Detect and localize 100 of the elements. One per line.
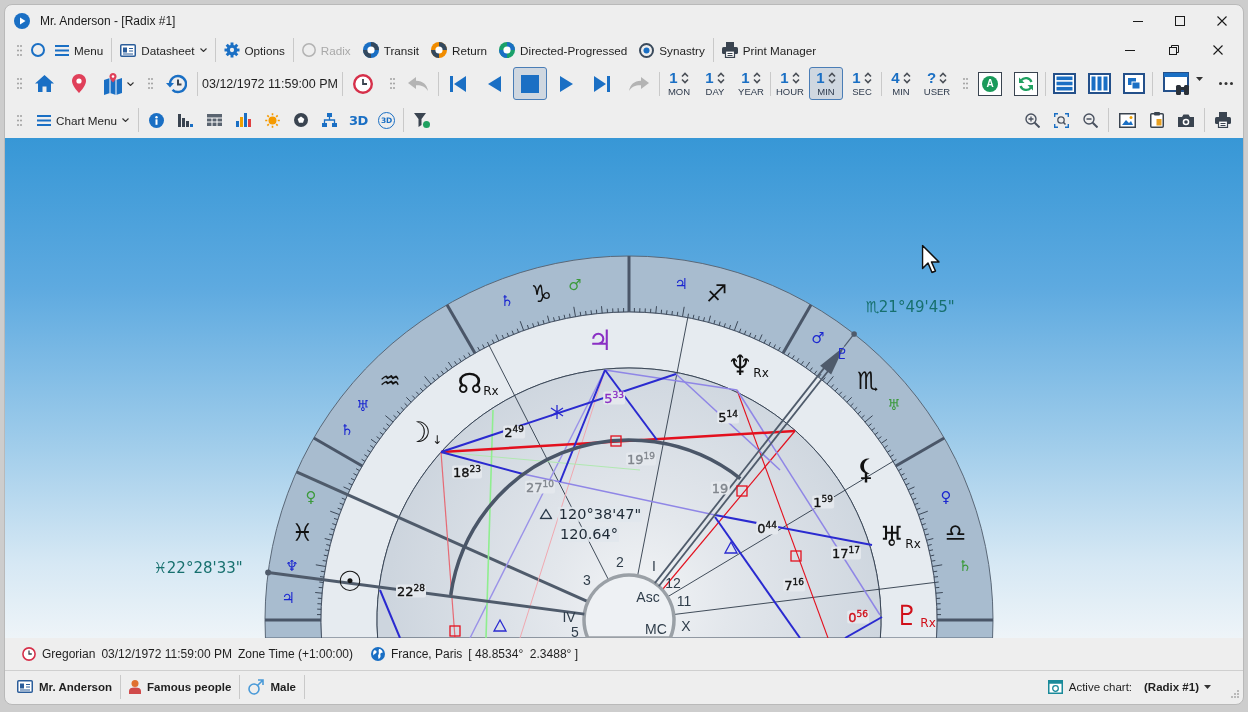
window-binoculars-icon[interactable] bbox=[1163, 71, 1191, 96]
date-time-button[interactable]: 03/12/1972 11:59:00 PM bbox=[199, 70, 341, 97]
square-aspect-icon bbox=[790, 550, 802, 562]
camera-icon[interactable] bbox=[1178, 113, 1194, 127]
refresh-button[interactable] bbox=[1014, 71, 1038, 96]
step-button[interactable]: ? USER bbox=[920, 67, 954, 100]
step-button[interactable]: 1 HOUR bbox=[773, 67, 807, 100]
house-number: IV bbox=[562, 610, 576, 624]
return-button[interactable]: Return bbox=[428, 37, 491, 63]
close-icon[interactable] bbox=[1213, 45, 1223, 55]
grip-icon[interactable] bbox=[390, 78, 395, 89]
ring-icon[interactable] bbox=[31, 43, 45, 57]
more-icon[interactable] bbox=[1219, 82, 1233, 85]
active-chart-dropdown[interactable]: (Radix #1) bbox=[1144, 680, 1211, 693]
planet-symbol: ♆Rx bbox=[727, 352, 769, 380]
degree-label: 18$^{23}$ bbox=[452, 465, 482, 479]
options-button[interactable]: Options bbox=[220, 37, 288, 63]
stop-button[interactable] bbox=[513, 67, 547, 100]
resize-grip-icon[interactable] bbox=[1231, 690, 1239, 698]
close-icon[interactable] bbox=[1217, 16, 1227, 26]
caret-icon[interactable] bbox=[1196, 76, 1203, 81]
printer-icon[interactable] bbox=[1215, 112, 1231, 128]
bar-chart-icon[interactable] bbox=[236, 113, 252, 127]
restore-icon[interactable] bbox=[1169, 45, 1179, 55]
caret-icon[interactable] bbox=[127, 81, 134, 86]
history-icon[interactable] bbox=[166, 73, 187, 94]
ring-icon bbox=[431, 42, 447, 58]
maximize-icon[interactable] bbox=[1175, 16, 1185, 26]
coordinates-label: [ 48.8534° 2.3488° ] bbox=[468, 647, 579, 661]
zoom-fit-icon[interactable] bbox=[1054, 112, 1069, 128]
house-number: 3 bbox=[583, 573, 591, 587]
grip-icon[interactable] bbox=[963, 78, 968, 89]
zoom-out-icon[interactable] bbox=[1083, 112, 1098, 128]
filter-icon[interactable] bbox=[413, 112, 430, 128]
globe-icon bbox=[371, 647, 385, 661]
house-number: 11 bbox=[676, 594, 692, 608]
aspect-angle-label: 120°38'47" bbox=[557, 506, 643, 522]
ball-icon[interactable] bbox=[294, 113, 309, 127]
clock-icon[interactable] bbox=[353, 73, 373, 94]
id-card-icon bbox=[17, 680, 33, 693]
step-button[interactable]: 1 MON bbox=[662, 67, 696, 100]
sign-divider-line bbox=[781, 304, 813, 354]
hierarchy-icon[interactable] bbox=[322, 113, 338, 127]
triangle-aspect-icon bbox=[492, 618, 508, 632]
3d-button[interactable]: 3D bbox=[349, 112, 368, 128]
step-button[interactable]: 1 SEC bbox=[845, 67, 879, 100]
map-icon[interactable] bbox=[104, 72, 122, 95]
columns-layout-icon[interactable] bbox=[1088, 73, 1111, 94]
grip-icon[interactable] bbox=[148, 78, 153, 89]
step-button[interactable]: 1 DAY bbox=[698, 67, 732, 100]
datasheet-button[interactable]: Datasheet bbox=[117, 37, 210, 63]
chevrons-icon bbox=[827, 71, 836, 84]
grip-icon[interactable] bbox=[17, 78, 22, 89]
letter-button[interactable]: A bbox=[978, 71, 1002, 96]
step-button[interactable]: 1 YEAR bbox=[734, 67, 768, 100]
degree-label: 17$^{17}$ bbox=[831, 546, 861, 560]
print-manager-button[interactable]: Print Manager bbox=[718, 37, 820, 63]
cursor-icon bbox=[921, 244, 941, 274]
map-pin-icon[interactable] bbox=[72, 74, 86, 93]
planet-symbol: ♃ bbox=[587, 327, 613, 355]
chart-menu-button[interactable]: Chart Menu bbox=[34, 107, 133, 133]
zodiac-sign-symbol: ♐ bbox=[705, 281, 728, 306]
info-icon[interactable] bbox=[149, 112, 165, 128]
directed-progressed-button[interactable]: Directed-Progressed bbox=[496, 37, 631, 63]
clipboard-icon[interactable] bbox=[1150, 112, 1164, 128]
chevrons-icon bbox=[716, 71, 725, 84]
rows-layout-icon[interactable] bbox=[1053, 73, 1076, 94]
grip-icon[interactable] bbox=[17, 114, 22, 126]
gender-button[interactable]: Male bbox=[245, 678, 299, 695]
degree-label: 5$^{33}$ bbox=[603, 391, 625, 405]
zoom-in-icon[interactable] bbox=[1025, 112, 1040, 128]
planet-marker: ♃ bbox=[674, 276, 688, 292]
triangle-aspect-icon bbox=[539, 508, 553, 520]
menu-button[interactable]: Menu bbox=[52, 37, 107, 63]
step-button[interactable]: 1 MIN bbox=[809, 67, 843, 100]
target-icon bbox=[639, 42, 655, 58]
planet-symbol: ⚸ bbox=[855, 456, 877, 484]
minimize-icon[interactable] bbox=[1125, 49, 1135, 51]
caret-icon bbox=[1204, 684, 1211, 689]
place-label: France, Paris bbox=[391, 647, 463, 661]
planet-marker: ♆ bbox=[285, 558, 299, 574]
transit-button[interactable]: Transit bbox=[359, 37, 422, 63]
chevrons-icon bbox=[752, 71, 761, 84]
window-title: Mr. Anderson - [Radix #1] bbox=[40, 14, 176, 28]
square-aspect-icon bbox=[610, 435, 622, 447]
cascade-windows-icon[interactable] bbox=[1123, 73, 1145, 94]
planet-marker: ♄ bbox=[340, 422, 354, 438]
home-icon[interactable] bbox=[35, 75, 54, 92]
minimize-icon[interactable] bbox=[1133, 20, 1143, 22]
image-icon[interactable] bbox=[1119, 112, 1136, 128]
planet-marker: ♂ bbox=[568, 277, 582, 293]
grip-icon[interactable] bbox=[17, 44, 22, 56]
person-button[interactable]: Mr. Anderson bbox=[14, 680, 116, 693]
synastry-button[interactable]: Synastry bbox=[636, 37, 708, 63]
group-button[interactable]: Famous people bbox=[126, 679, 235, 694]
planet-marker: ♇ bbox=[835, 346, 849, 362]
degree-label: 0$^{44}$ bbox=[756, 521, 778, 535]
bar-steps-icon[interactable] bbox=[178, 113, 194, 127]
table-icon[interactable] bbox=[207, 114, 223, 126]
step-button[interactable]: 4 MIN bbox=[884, 67, 918, 100]
